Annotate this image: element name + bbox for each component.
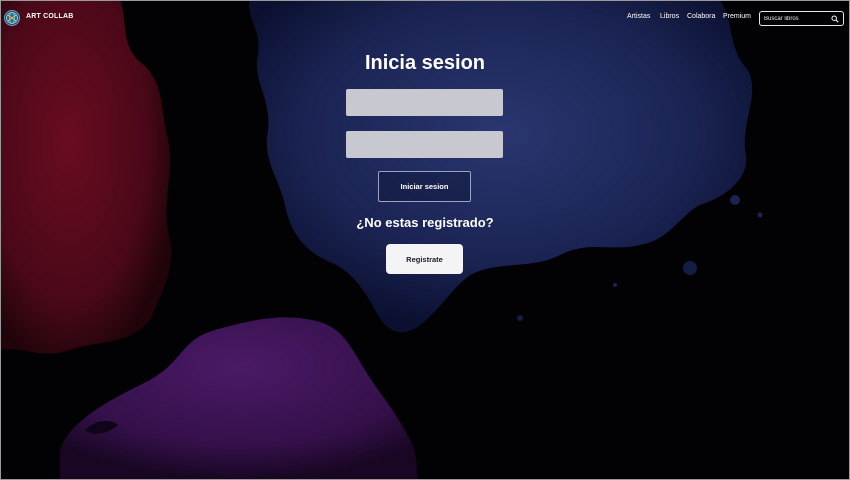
search-icon[interactable] (831, 15, 839, 23)
brand-name: ART COLLAB (26, 13, 74, 20)
search-box (759, 11, 844, 26)
nav-item-premium[interactable]: Premium (723, 13, 753, 20)
register-button[interactable]: Registrate (386, 244, 463, 274)
nav-item-libros[interactable]: Libros (660, 13, 687, 20)
page-title: Inicia sesion (364, 52, 486, 74)
nav-item-colabora[interactable]: Colabora (687, 13, 723, 20)
search-input[interactable] (760, 15, 832, 22)
login-button[interactable]: Iniciar sesion (378, 171, 471, 202)
nav-item-artistas[interactable]: Artistas (627, 13, 660, 20)
brand-logo[interactable]: ART COLLAB (4, 10, 74, 26)
globe-logo-icon (4, 10, 20, 26)
username-field[interactable] (346, 89, 503, 116)
password-field[interactable] (346, 131, 503, 158)
main-nav: Artistas Libros Colabora Premium (627, 13, 753, 20)
register-prompt: ¿No estas registrado? (356, 215, 494, 230)
